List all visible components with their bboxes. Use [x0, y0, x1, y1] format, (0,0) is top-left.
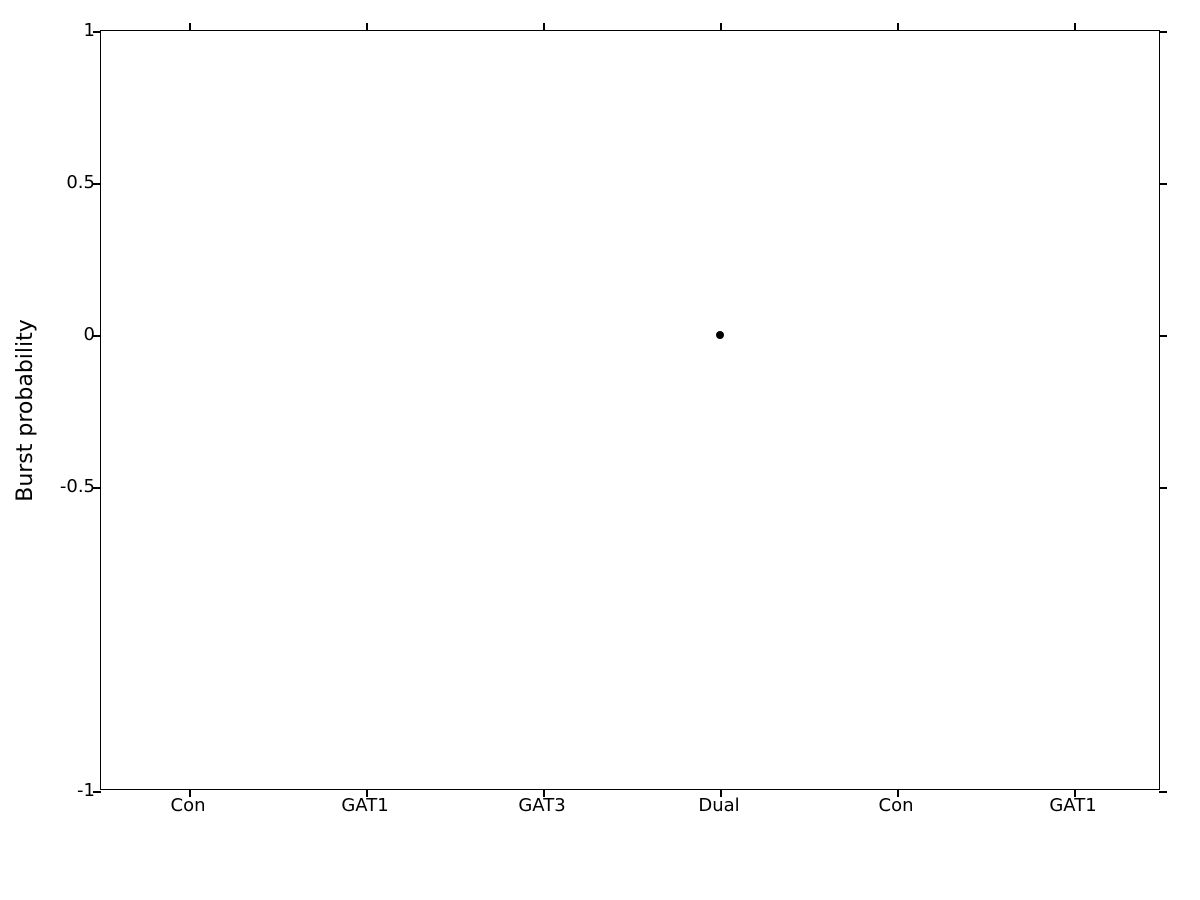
y-tick-05: [93, 183, 101, 185]
x-tick-top-4: [897, 23, 899, 31]
y-axis-label: Burst probability: [13, 319, 38, 502]
y-tick-1: [93, 31, 101, 33]
y-tick-label-0: 0: [55, 324, 95, 345]
x-label-con2: Con: [879, 795, 914, 816]
x-tick-top-5: [1074, 23, 1076, 31]
x-label-con1: Con: [171, 795, 206, 816]
x-label-gat1-1: GAT1: [341, 795, 388, 816]
y-tick-right-neg05: [1159, 487, 1167, 489]
x-label-gat1-2: GAT1: [1049, 795, 1096, 816]
y-tick-right-1: [1159, 31, 1167, 33]
x-tick-top-3: [720, 23, 722, 31]
y-tick-label-05: 0.5: [40, 172, 95, 193]
x-label-gat3: GAT3: [518, 795, 565, 816]
y-tick-label-1: 1: [55, 20, 95, 41]
x-tick-top-0: [189, 23, 191, 31]
y-tick-right-0: [1159, 335, 1167, 337]
y-tick-neg05: [93, 487, 101, 489]
plot-area: [100, 30, 1160, 790]
y-tick-label-neg05: -0.5: [28, 476, 95, 497]
y-tick-right-neg1: [1159, 791, 1167, 793]
y-tick-neg1: [93, 791, 101, 793]
x-tick-top-2: [543, 23, 545, 31]
y-tick-right-05: [1159, 183, 1167, 185]
data-point-dual-0: [716, 331, 724, 339]
y-tick-label-neg1: -1: [40, 780, 95, 801]
y-tick-0: [93, 335, 101, 337]
x-label-dual: Dual: [698, 795, 739, 816]
x-tick-top-1: [366, 23, 368, 31]
chart-container: Burst probability 1 0.5 0 -0.5 -1: [0, 0, 1200, 900]
